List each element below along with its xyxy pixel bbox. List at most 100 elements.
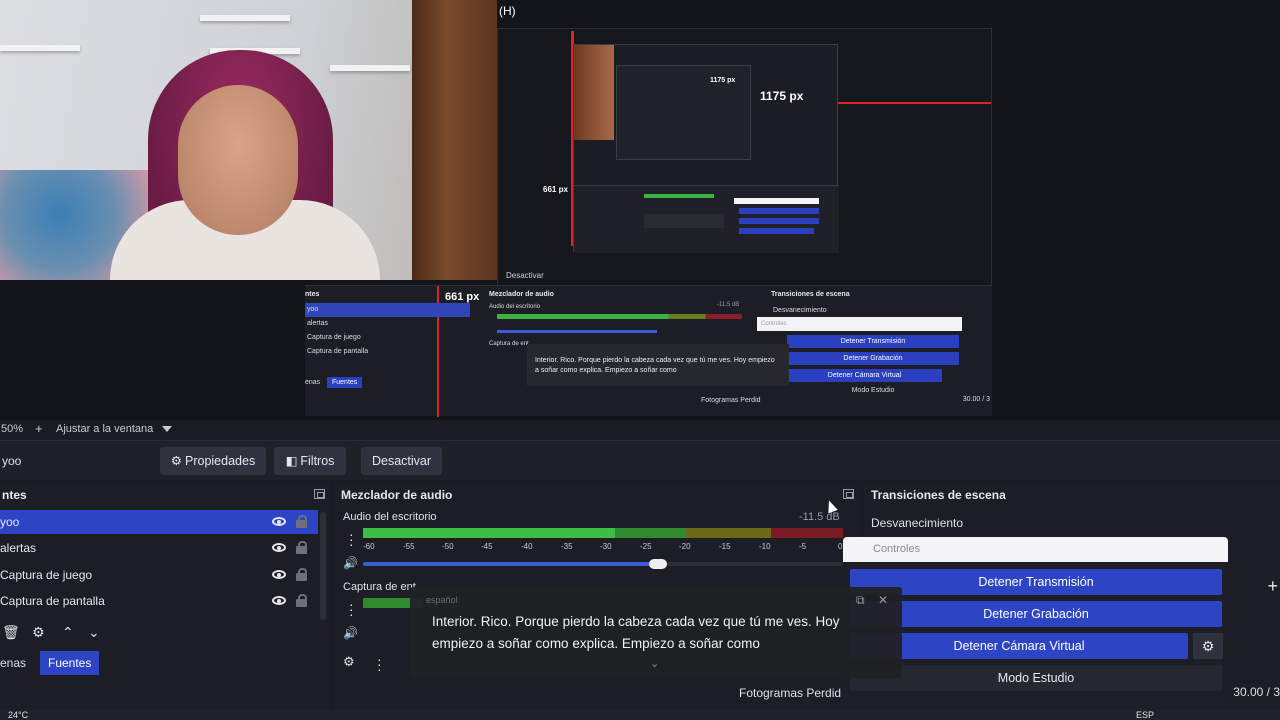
nested-trans-select: Desvanecimiento	[773, 307, 827, 314]
chevron-down-icon[interactable]: ⌄	[88, 624, 100, 641]
weather-widget[interactable]: 24°C	[8, 710, 28, 720]
meter-level-dim	[615, 528, 685, 538]
tick-label: -60	[363, 542, 375, 551]
kebab-menu-icon[interactable]: · · ·	[349, 597, 354, 621]
nested-controls-head	[734, 198, 819, 204]
stop-streaming-button[interactable]: Detener Transmisión	[850, 569, 1222, 595]
tick-label: -50	[442, 542, 454, 551]
nested-btn-record: Detener Grabación	[787, 352, 959, 365]
source-item-label: yoo	[0, 515, 20, 529]
properties-label: Propiedades	[185, 454, 256, 468]
source-toolbar: yoo ⚙ Propiedades ◧ Filtros Desactivar	[0, 440, 1280, 480]
nested-source-item: Captura de juego	[307, 334, 361, 341]
stop-recording-button[interactable]: Detener Grabación	[850, 601, 1222, 627]
fps-readout: 30.00 / 3	[1233, 685, 1280, 699]
eye-icon[interactable]	[272, 570, 286, 579]
lock-icon[interactable]	[296, 541, 307, 554]
volume-slider-knob[interactable]	[649, 559, 667, 569]
deactivate-button[interactable]: Desactivar	[361, 447, 442, 475]
kebab-menu-icon[interactable]: · · ·	[349, 527, 354, 551]
nested-webcam	[574, 45, 614, 140]
transition-select[interactable]: Desvanecimiento	[871, 516, 963, 530]
nested-mixer-track2: Captura de ent	[489, 341, 529, 347]
chevron-up-icon[interactable]: ⌃	[62, 624, 74, 641]
nested-btn-stream: Detener Transmisión	[787, 335, 959, 348]
nested-fps: 30.00 / 3	[962, 396, 990, 403]
nested-blue-btn	[739, 228, 814, 234]
controls-title: Controles	[843, 537, 1228, 562]
chevron-down-icon[interactable]: ⌄	[650, 657, 659, 670]
zoom-in-button[interactable]: +	[35, 421, 43, 436]
studio-mode-button[interactable]: Modo Estudio	[850, 665, 1222, 691]
tab-sources[interactable]: Fuentes	[40, 651, 100, 675]
volume-slider-desktop[interactable]	[363, 562, 663, 566]
nested-mixer-track: Audio del escritorio	[489, 304, 541, 310]
nested-sources-dock: ntes yoo alertas Captura de juego Captur…	[305, 286, 481, 417]
tick-label: -25	[640, 542, 652, 551]
gear-icon: ⚙	[170, 454, 182, 468]
nested-inner-docks	[574, 185, 839, 253]
lock-icon[interactable]	[296, 568, 307, 581]
sources-title: ntes	[2, 488, 27, 502]
preview-canvas[interactable]: (H) 1175 px 1175 px 661 px Desactivar 66…	[0, 0, 1280, 420]
lock-icon[interactable]	[296, 594, 307, 607]
webcam-shelf	[200, 15, 290, 21]
close-icon[interactable]: ✕	[878, 593, 888, 607]
eye-icon[interactable]	[272, 543, 286, 552]
meter-yellow	[685, 528, 771, 538]
source-item-alertas[interactable]: alertas	[0, 536, 318, 560]
track-db-desktop: -11.5 dB	[799, 511, 840, 523]
source-item-label: Captura de juego	[0, 568, 93, 582]
nested-caption	[644, 214, 724, 228]
tick-label: -55	[403, 542, 415, 551]
meter-red	[771, 528, 843, 538]
undock-icon[interactable]	[843, 489, 854, 499]
sources-scrollbar[interactable]	[320, 512, 326, 620]
eye-icon[interactable]	[272, 517, 286, 526]
add-transition-icon[interactable]: +	[1267, 576, 1278, 597]
gear-icon[interactable]: ⚙	[32, 624, 45, 641]
virtual-camera-settings-button[interactable]: ⚙	[1193, 633, 1223, 659]
source-item-yoo[interactable]: yoo	[0, 510, 318, 534]
gear-icon[interactable]: ⚙	[343, 654, 355, 670]
fit-to-window[interactable]: Ajustar a la ventana	[56, 423, 153, 435]
source-item-game-capture[interactable]: Captura de juego	[0, 563, 318, 587]
expand-icon[interactable]: ⧉	[856, 593, 865, 608]
input-language[interactable]: ESP	[1136, 710, 1154, 720]
speaker-icon[interactable]: 🔊	[343, 626, 358, 640]
tab-scenes[interactable]: enas	[0, 651, 34, 675]
nested-meter	[644, 194, 714, 198]
sources-toolbar: 🗑 ⚙ ⌃ ⌄	[0, 622, 318, 646]
webcam-shelf	[0, 45, 80, 51]
speaker-icon[interactable]: 🔊	[343, 556, 358, 570]
chevron-down-icon[interactable]	[162, 426, 172, 432]
properties-button[interactable]: ⚙ Propiedades	[160, 447, 266, 475]
tick-label: -10	[759, 542, 771, 551]
volume-slider-rest	[663, 562, 843, 566]
webcam-door	[412, 0, 497, 280]
width-guide-label-small: 1175 px	[710, 77, 736, 84]
selected-source-name: yoo	[2, 454, 22, 468]
nested-mixer-slider	[497, 330, 657, 333]
filters-button[interactable]: ◧ Filtros	[274, 447, 346, 475]
trash-icon[interactable]: 🗑	[2, 624, 20, 641]
nested-inner-frame	[573, 44, 839, 253]
nested-trans-title: Transiciones de escena	[771, 291, 850, 298]
webcam-person-face	[178, 85, 298, 235]
mixer-title: Mezclador de audio	[341, 488, 453, 502]
webcam-shelf	[330, 65, 410, 71]
track-name-desktop: Audio del escritorio	[343, 511, 437, 523]
nested-dropped-frames: Fotogramas Perdid	[701, 397, 761, 404]
nested-mixer-meter	[497, 314, 742, 319]
nested-blue-btn	[739, 218, 819, 224]
undock-icon[interactable]	[314, 489, 325, 499]
eye-icon[interactable]	[272, 596, 286, 605]
zoom-level[interactable]: 50%	[1, 423, 23, 435]
lock-icon[interactable]	[296, 515, 307, 528]
nested-deactivate-label: Desactivar	[506, 271, 544, 280]
transitions-title: Transiciones de escena	[871, 488, 1006, 502]
live-caption-overlay[interactable]: español ⧉ ✕ Interior. Rico. Porque pierd…	[410, 587, 902, 678]
kebab-menu-icon[interactable]: · · ·	[377, 652, 382, 676]
nested-h-label: (H)	[499, 4, 516, 18]
source-item-screen-capture[interactable]: Captura de pantalla	[0, 589, 318, 613]
